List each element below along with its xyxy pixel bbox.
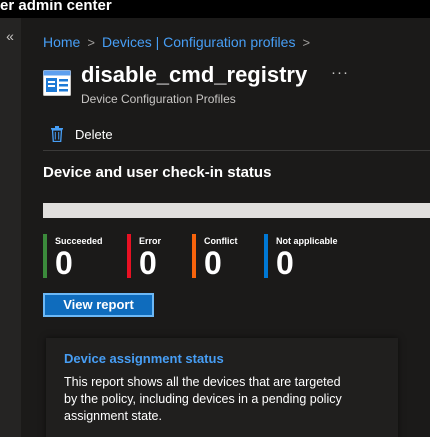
delete-label: Delete <box>75 126 113 142</box>
left-nav-rail: « <box>0 18 21 437</box>
page-title: disable_cmd_registry <box>81 62 308 87</box>
delete-button[interactable]: Delete <box>51 124 113 144</box>
chevron-right-icon: > <box>87 34 95 50</box>
divider <box>43 150 430 151</box>
trash-icon <box>51 126 63 142</box>
more-options-icon[interactable]: ··· <box>331 64 349 81</box>
app-title: er admin center <box>0 0 112 14</box>
stat-succeeded: Succeeded 0 <box>43 234 103 281</box>
device-configuration-profile-icon <box>43 70 71 96</box>
breadcrumb-home[interactable]: Home <box>43 34 80 50</box>
main-content: Home > Devices | Configuration profiles … <box>21 18 430 437</box>
breadcrumb: Home > Devices | Configuration profiles … <box>43 33 317 51</box>
device-assignment-description: This report shows all the devices that a… <box>64 375 342 423</box>
checkin-progress-bar <box>43 203 430 218</box>
top-bar: er admin center <box>0 0 430 18</box>
stat-value: 0 <box>276 245 294 281</box>
collapse-nav-icon[interactable]: « <box>3 28 17 44</box>
checkin-status-title: Device and user check-in status <box>43 164 272 181</box>
stat-value: 0 <box>139 245 157 281</box>
stat-value: 0 <box>55 245 73 281</box>
device-assignment-status-link[interactable]: Device assignment status <box>64 351 224 366</box>
stat-not-applicable: Not applicable 0 <box>264 234 338 281</box>
stat-value: 0 <box>204 245 222 281</box>
page-subtitle: Device Configuration Profiles <box>81 92 236 106</box>
device-assignment-card: Device assignment status This report sho… <box>46 338 398 437</box>
view-report-button[interactable]: View report <box>43 293 154 317</box>
stat-conflict: Conflict 0 <box>192 234 238 281</box>
breadcrumb-configuration-profiles[interactable]: Devices | Configuration profiles <box>102 34 296 50</box>
stat-error: Error 0 <box>127 234 161 281</box>
chevron-right-icon: > <box>302 34 311 50</box>
